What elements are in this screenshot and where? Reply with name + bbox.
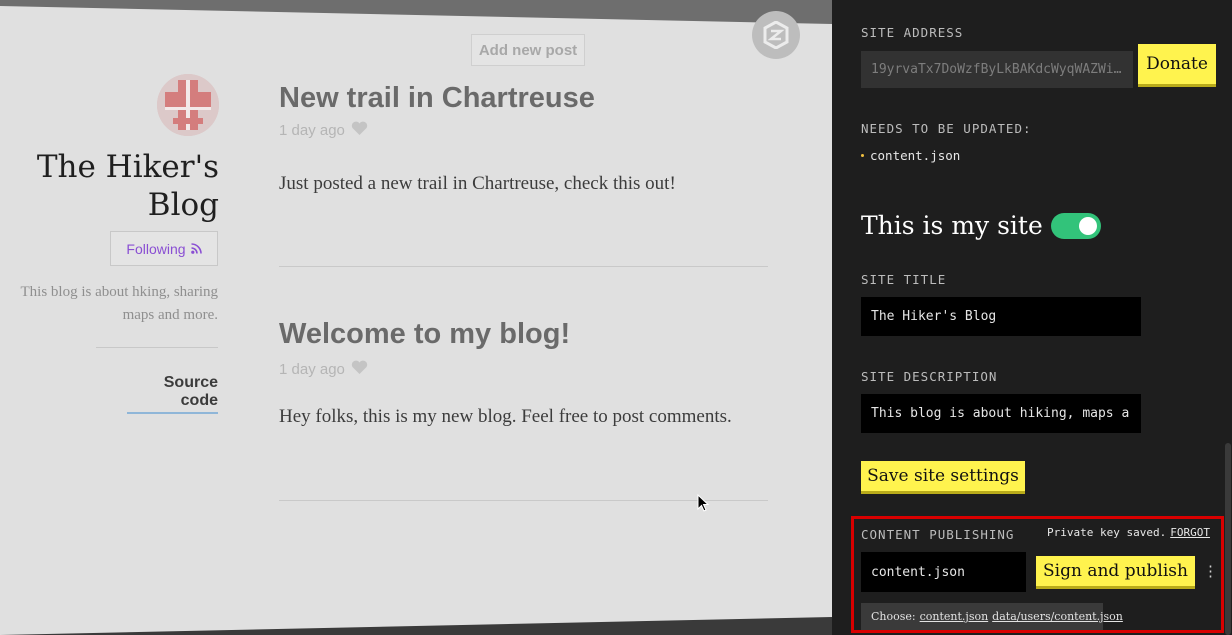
- heart-icon[interactable]: [351, 121, 368, 140]
- blog-description: This blog is about hking, sharing maps a…: [20, 284, 219, 323]
- site-address-field[interactable]: 19yrvaTx7DoWzfByLkBAKdcWyqWAZWi…: [861, 51, 1133, 88]
- source-code-link[interactable]: Source code: [127, 374, 218, 414]
- needs-update-file: content.json: [870, 148, 961, 163]
- add-new-post-button[interactable]: Add new post: [471, 34, 585, 66]
- my-site-toggle[interactable]: [1050, 212, 1101, 239]
- choose-option-users-content-json[interactable]: data/users/content.json: [992, 610, 1123, 623]
- post-title[interactable]: Welcome to my blog!: [279, 318, 570, 351]
- rss-icon: [190, 241, 202, 257]
- needs-update-label: NEEDS TO BE UPDATED:: [861, 121, 1032, 136]
- content-publishing-label: CONTENT PUBLISHING: [861, 527, 1015, 542]
- save-site-settings-button[interactable]: Save site settings: [861, 461, 1025, 491]
- heart-icon[interactable]: [351, 360, 368, 379]
- blog-title: The Hiker's Blog: [36, 149, 219, 223]
- avatar: [157, 74, 219, 136]
- post-meta: 1 day ago: [279, 360, 368, 379]
- toggle-knob: [1078, 216, 1097, 235]
- post-meta: 1 day ago: [279, 121, 368, 140]
- choose-file-bar: Choose: content.json data/users/content.…: [861, 603, 1123, 630]
- my-site-row: This is my site: [861, 211, 1101, 240]
- post-body: Just posted a new trail in Chartreuse, c…: [279, 173, 676, 194]
- my-site-label: This is my site: [861, 211, 1043, 240]
- post-divider: [279, 500, 768, 501]
- site-description-input[interactable]: This blog is about hiking, maps a: [861, 394, 1141, 433]
- bottom-shadow: [0, 617, 832, 635]
- post-date: 1 day ago: [279, 361, 345, 378]
- donate-button[interactable]: Donate: [1138, 44, 1216, 84]
- post-date: 1 day ago: [279, 122, 345, 139]
- sign-and-publish-button[interactable]: Sign and publish: [1036, 556, 1195, 586]
- zeronet-logo-icon[interactable]: [752, 11, 800, 59]
- blog-pane: Add new post The Hiker's Blog Following …: [0, 0, 832, 635]
- bullet-icon: [861, 154, 864, 157]
- private-key-status: Private key saved. FORGOT: [1047, 526, 1210, 539]
- choose-option-content-json[interactable]: content.json: [920, 610, 989, 623]
- post-divider: [279, 266, 768, 267]
- follow-button[interactable]: Following: [110, 231, 218, 266]
- post-title[interactable]: New trail in Chartreuse: [279, 82, 595, 115]
- divider: [96, 347, 218, 348]
- mouse-cursor-icon: [697, 493, 710, 516]
- more-options-icon[interactable]: ⋮: [1203, 562, 1218, 580]
- site-settings-sidebar: SITE ADDRESS 19yrvaTx7DoWzfByLkBAKdcWyqW…: [832, 0, 1232, 635]
- site-address-label: SITE ADDRESS: [861, 25, 964, 40]
- needs-update-item: content.json: [861, 148, 960, 163]
- site-title-label: SITE TITLE: [861, 272, 947, 287]
- top-shadow: [0, 0, 832, 24]
- post-body: Hey folks, this is my new blog. Feel fre…: [279, 406, 732, 427]
- private-key-text: Private key saved.: [1047, 526, 1167, 539]
- forgot-link[interactable]: FORGOT: [1170, 526, 1210, 539]
- publish-file-input[interactable]: content.json: [861, 552, 1026, 592]
- scrollbar[interactable]: [1225, 443, 1231, 635]
- follow-label: Following: [126, 240, 186, 257]
- site-title-input[interactable]: The Hiker's Blog: [861, 297, 1141, 336]
- choose-label: Choose:: [871, 610, 916, 623]
- site-description-label: SITE DESCRIPTION: [861, 369, 998, 384]
